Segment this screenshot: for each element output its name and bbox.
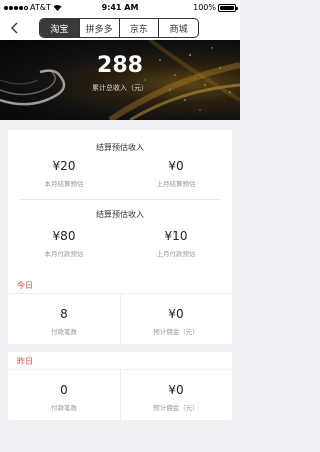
yesterday-commission-value: ¥0 <box>168 383 184 397</box>
yesterday-orders-value: 0 <box>60 383 68 397</box>
tab-jingdong[interactable]: 京东 <box>120 19 160 37</box>
last-month-payment-label: 上月付款预估 <box>156 250 196 258</box>
yesterday-card: 昨日 0 付款笔数 ¥0 预计佣金（元） <box>8 352 232 420</box>
last-month-payment-value: ¥10 <box>164 229 188 243</box>
yesterday-orders-label: 付款笔数 <box>51 404 77 412</box>
this-month-settle-value: ¥20 <box>52 159 76 173</box>
tab-mall[interactable]: 商城 <box>159 19 198 37</box>
nav-bar: 淘宝 拼多多 京东 商城 <box>0 16 240 40</box>
divider <box>20 199 220 200</box>
today-commission-value: ¥0 <box>168 307 184 321</box>
yesterday-title: 昨日 <box>17 357 33 366</box>
platform-tabs: 淘宝 拼多多 京东 商城 <box>39 18 199 38</box>
this-month-settle-label: 本月结算预估 <box>44 180 84 188</box>
yesterday-commission-label: 预计佣金（元） <box>153 404 199 412</box>
back-button[interactable] <box>6 19 22 37</box>
last-month-settle-value: ¥0 <box>168 159 184 173</box>
income-hero: 288 累计总收入（元） <box>0 40 240 120</box>
chevron-left-icon <box>11 22 18 34</box>
battery-percent: 100% <box>193 3 216 12</box>
today-orders-label: 付款笔数 <box>51 328 77 336</box>
status-bar: AT&T 9:41 AM 100% <box>0 0 240 16</box>
status-right: 100% <box>193 3 238 12</box>
battery-icon <box>218 3 238 12</box>
today-title: 今日 <box>17 281 33 290</box>
today-header: 今日 <box>8 276 232 294</box>
today-commission-label: 预计佣金（元） <box>153 328 199 336</box>
tab-pinduoduo[interactable]: 拼多多 <box>80 19 120 37</box>
today-orders-value: 8 <box>60 307 68 321</box>
hero-background-art <box>0 40 240 120</box>
total-income-value: 288 <box>97 53 143 78</box>
this-month-payment-label: 本月付款预估 <box>44 250 84 258</box>
last-month-settle-label: 上月结算预估 <box>156 180 196 188</box>
tab-taobao[interactable]: 淘宝 <box>40 19 80 37</box>
settlement-title: 结算预估收入 <box>96 143 144 152</box>
this-month-payment-value: ¥80 <box>52 229 76 243</box>
today-card: 今日 8 付款笔数 ¥0 预计佣金（元） <box>8 276 232 344</box>
payment-title: 结算预估收入 <box>96 210 144 219</box>
total-income-label: 累计总收入（元） <box>92 84 148 92</box>
yesterday-header: 昨日 <box>8 352 232 370</box>
settlement-card: 结算预估收入 ¥20 本月结算预估 ¥0 上月结算预估 结算预估收入 ¥80 本… <box>8 130 232 283</box>
